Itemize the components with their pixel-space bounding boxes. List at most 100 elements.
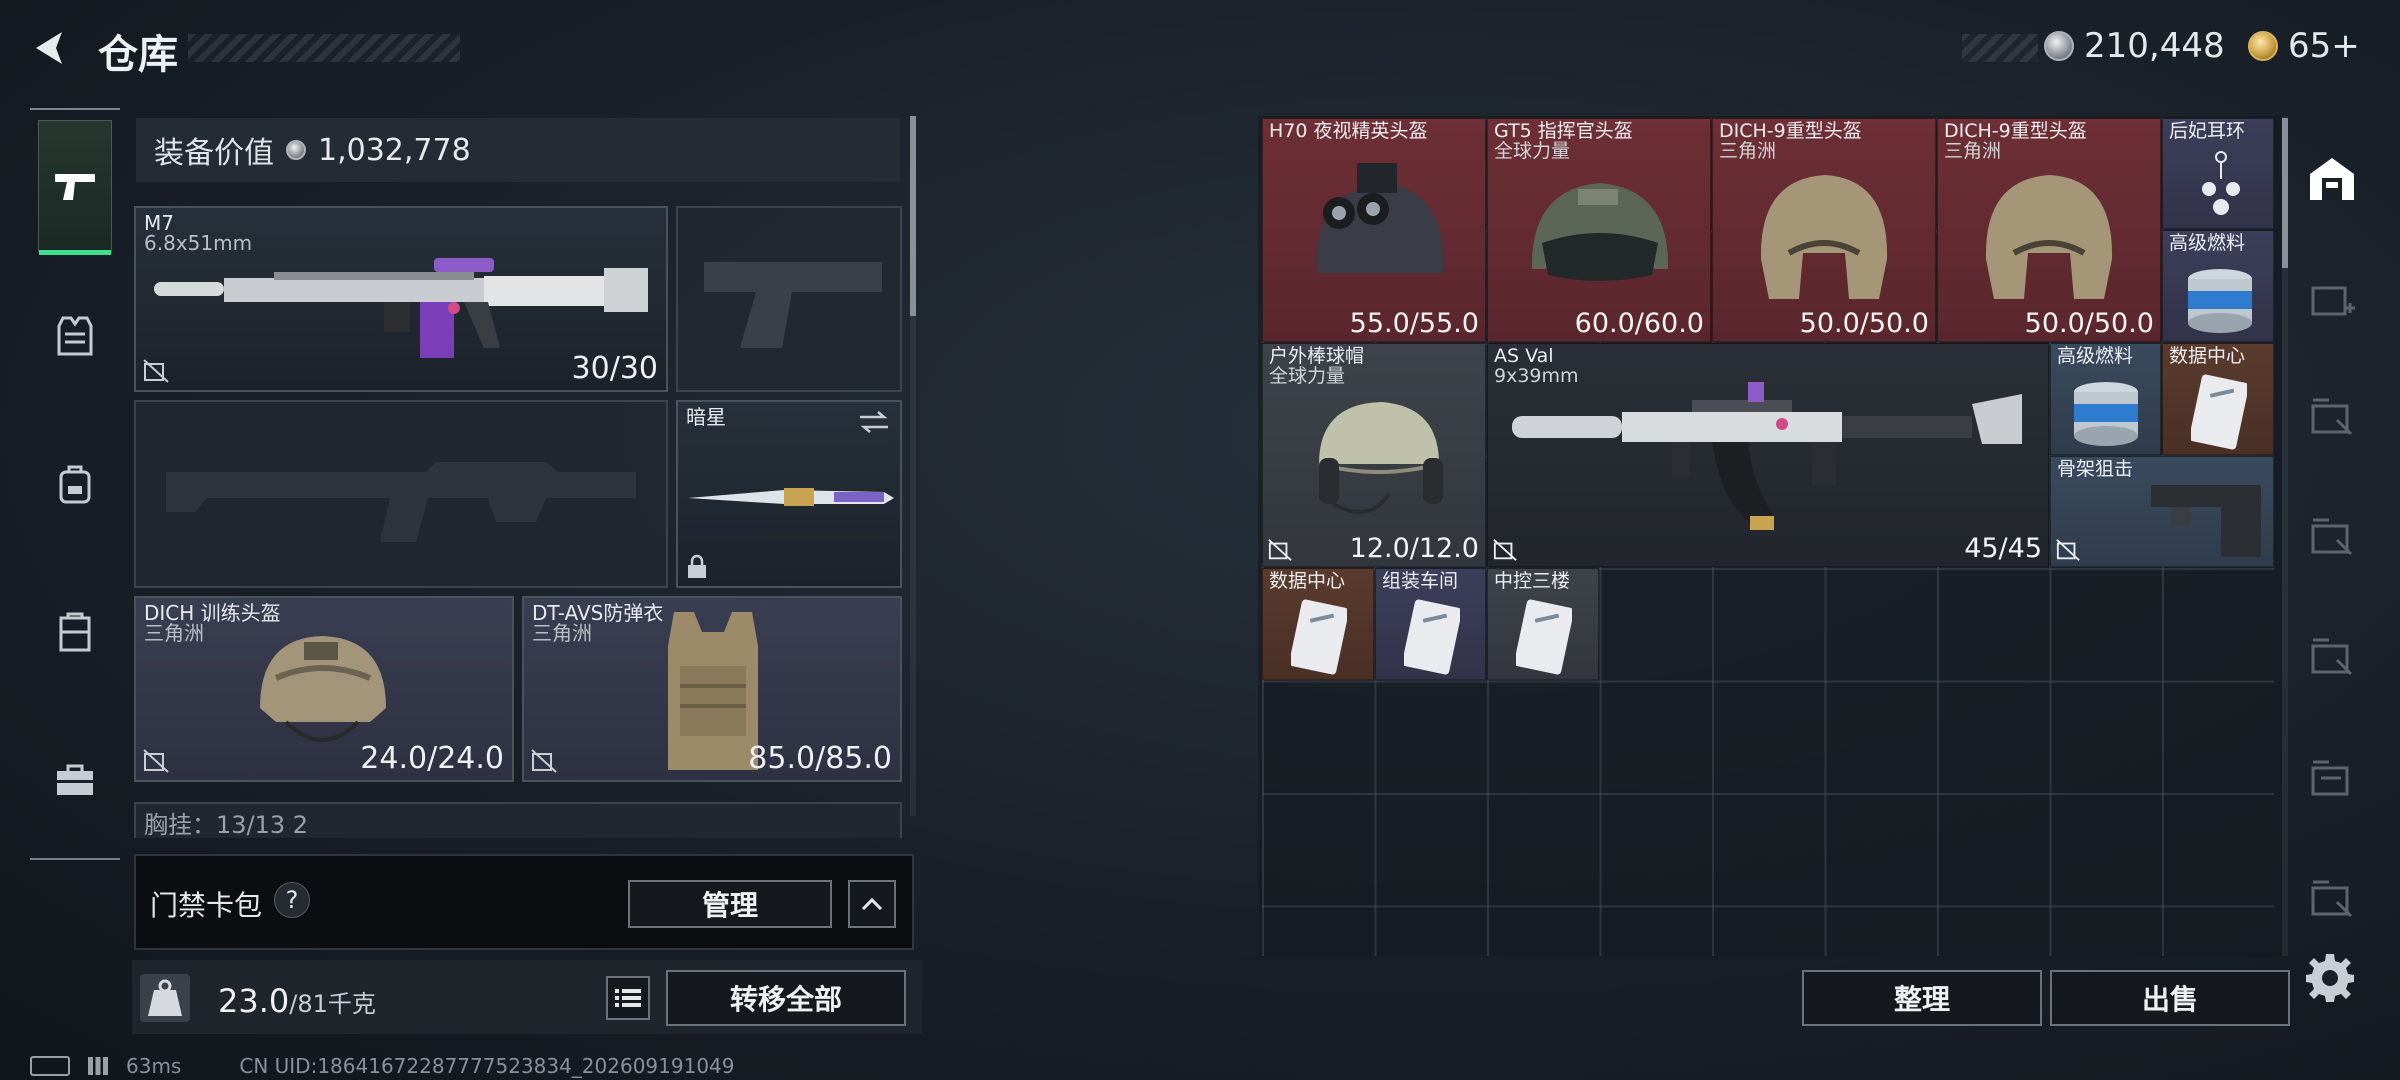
rifle-silhouette-icon xyxy=(166,462,636,542)
helmet-source: 三角洲 xyxy=(144,621,204,645)
armor-slot[interactable]: DT-AVS防弹衣 三角洲 85.0/85.0 xyxy=(522,596,902,782)
item-name: DICH-9重型头盔 xyxy=(1944,120,2087,142)
status-bar: 63ms CN UID:1864167228777752383​4_202609… xyxy=(30,1054,735,1078)
silver-coin-icon xyxy=(286,140,306,160)
storage-tab-nav xyxy=(2292,118,2372,968)
storage-item[interactable]: 高级燃料 xyxy=(2050,343,2161,455)
item-name: DICH-9重型头盔 xyxy=(1719,120,1862,142)
nav-toolbox[interactable] xyxy=(38,714,112,846)
chevron-up-icon xyxy=(861,897,883,911)
item-ammo: 45/45 xyxy=(1964,533,2042,564)
storage-item[interactable]: 后妃耳环 xyxy=(2162,118,2274,229)
silver-amount: 210,448 xyxy=(2084,26,2225,66)
storage-item[interactable]: AS Val 9x39mm 45/45 xyxy=(1487,343,2049,567)
melee-slot[interactable]: 暗星 xyxy=(676,400,902,588)
item-name: 高级燃料 xyxy=(2169,232,2246,254)
storage-item[interactable]: 骨架狙击 xyxy=(2050,456,2274,567)
item-name: 户外棒球帽 xyxy=(1269,345,1365,367)
weapon-ammo: 30/30 xyxy=(571,351,658,386)
add-storage-icon xyxy=(2311,286,2355,316)
fuel-can-image xyxy=(2188,269,2252,333)
silver-currency[interactable]: 210,448 xyxy=(2044,24,2225,68)
weight-max: /81千克 xyxy=(289,990,376,1018)
as-val-rifle-image xyxy=(1512,382,2022,530)
nav-weapons[interactable] xyxy=(38,120,112,255)
silver-coin-icon xyxy=(2044,31,2074,61)
no-insure-icon xyxy=(531,749,557,773)
heavy-helmet-image xyxy=(1985,175,2113,299)
storage-item[interactable]: 数据中心 xyxy=(1262,568,1374,680)
nvg-helmet-image xyxy=(1316,163,1444,273)
manage-button[interactable]: 管理 xyxy=(628,880,832,928)
gold-currency[interactable]: 65+ xyxy=(2248,24,2360,68)
storage-tab-5[interactable] xyxy=(2302,750,2362,810)
primary-weapon-slot[interactable]: M7 6.8x51mm 30/30 xyxy=(134,206,668,392)
no-insure-icon xyxy=(143,359,169,383)
back-button[interactable] xyxy=(28,26,72,70)
storage-item[interactable]: 组装车间 xyxy=(1375,568,1486,680)
helmet-slot[interactable]: DICH 训练头盔 三角洲 24.0/24.0 xyxy=(134,596,514,782)
sort-button[interactable]: 整理 xyxy=(1802,970,2042,1026)
back-arrow-icon xyxy=(36,32,62,64)
item-name: 高级燃料 xyxy=(2057,345,2134,367)
knife-image xyxy=(688,488,894,506)
keycard-image xyxy=(1516,599,1572,675)
nav-armor[interactable] xyxy=(38,270,112,402)
settings-button[interactable] xyxy=(2304,952,2356,1004)
storage-item[interactable]: GT5 指挥官头盔 全球力量 60.0/60.0 xyxy=(1487,118,1711,342)
item-durability: 12.0/12.0 xyxy=(1349,533,1479,564)
weight-current: 23.0 xyxy=(218,982,290,1020)
fuel-can-image xyxy=(2074,382,2138,446)
nav-backpack[interactable] xyxy=(38,418,112,550)
left-scrollbar-thumb[interactable] xyxy=(910,116,916,316)
collapse-button[interactable] xyxy=(848,880,896,928)
gold-coin-icon xyxy=(2248,31,2278,61)
lock-icon xyxy=(688,554,706,578)
chest-rig-slot[interactable]: 胸挂：13/13 2 xyxy=(134,802,902,838)
secondary-weapon-slot-empty[interactable] xyxy=(134,400,668,588)
heavy-helmet-image xyxy=(1760,175,1888,299)
no-insure-icon xyxy=(1493,539,1517,561)
swap-icon[interactable] xyxy=(858,410,890,434)
gear-icon xyxy=(2306,954,2354,1002)
storage-item[interactable]: 高级燃料 xyxy=(2162,230,2274,342)
storage-box-icon xyxy=(2311,518,2353,556)
commander-helmet-image xyxy=(1531,183,1669,281)
item-durability: 55.0/55.0 xyxy=(1349,308,1479,339)
battery-icon xyxy=(30,1056,70,1076)
ping-value: 63ms xyxy=(126,1054,182,1078)
storage-tab-4[interactable] xyxy=(2302,628,2362,688)
help-icon[interactable]: ? xyxy=(274,882,310,918)
list-view-button[interactable] xyxy=(606,976,650,1020)
storage-scrollbar-thumb[interactable] xyxy=(2282,118,2288,268)
storage-item[interactable]: 数据中心 xyxy=(2162,343,2274,455)
armor-source: 三角洲 xyxy=(532,621,592,645)
sell-button[interactable]: 出售 xyxy=(2050,970,2290,1026)
storage-item[interactable]: DICH-9重型头盔 三角洲 50.0/50.0 xyxy=(1937,118,2161,342)
nav-container[interactable] xyxy=(38,566,112,698)
baseball-cap-image xyxy=(1318,402,1443,514)
item-durability: 60.0/60.0 xyxy=(1574,308,1704,339)
storage-tab-6[interactable] xyxy=(2302,870,2362,930)
item-name: 后妃耳环 xyxy=(2169,120,2246,142)
pistol-slot-empty[interactable] xyxy=(676,206,902,392)
chest-rig-label: 胸挂：13/13 2 xyxy=(144,811,309,838)
briefcase-icon xyxy=(57,764,93,795)
storage-item[interactable]: DICH-9重型头盔 三角洲 50.0/50.0 xyxy=(1712,118,1936,342)
storage-tab-add[interactable] xyxy=(2302,270,2362,330)
storage-item[interactable]: H70 夜视精英头盔 55.0/55.0 xyxy=(1262,118,1486,342)
storage-tab-2[interactable] xyxy=(2302,388,2362,448)
vest-icon xyxy=(57,316,93,356)
weight-icon xyxy=(140,974,190,1022)
storage-tab-3[interactable] xyxy=(2302,508,2362,568)
storage-item[interactable]: 中控三楼 xyxy=(1487,568,1599,680)
list-icon xyxy=(615,989,641,1007)
case-icon xyxy=(59,612,91,652)
stock-image xyxy=(2151,485,2261,557)
item-name: 数据中心 xyxy=(2169,345,2246,367)
storage-box-icon xyxy=(2311,760,2349,796)
transfer-all-button[interactable]: 转移全部 xyxy=(666,970,906,1026)
storage-tab-warehouse[interactable] xyxy=(2302,148,2362,208)
equipment-value-label: 装备价值 xyxy=(154,136,274,171)
storage-item[interactable]: 户外棒球帽 全球力量 12.0/12.0 xyxy=(1262,343,1486,567)
